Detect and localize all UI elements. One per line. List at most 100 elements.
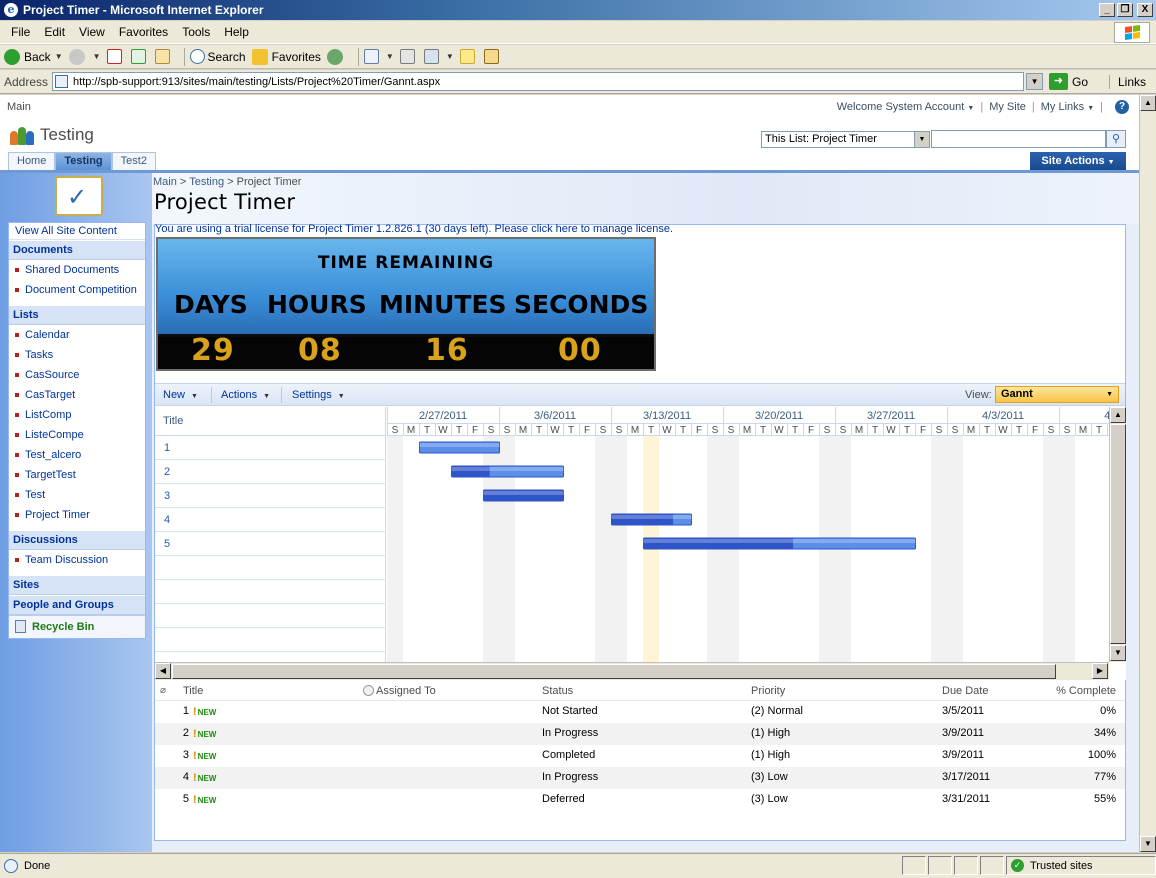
column-assigned-to[interactable]: Assigned To <box>376 685 436 697</box>
row-id[interactable]: 5 <box>169 793 189 805</box>
gantt-vertical-scrollbar[interactable]: ▲ ▼ <box>1109 407 1126 662</box>
ql-heading-lists[interactable]: Lists <box>9 305 145 325</box>
row-id[interactable]: 4 <box>169 771 189 783</box>
address-input[interactable]: http://spb-support:913/sites/main/testin… <box>52 72 1025 91</box>
gantt-row-title[interactable]: 1 <box>155 436 386 460</box>
gantt-horizontal-scrollbar[interactable]: ◀ ▶ <box>155 662 1109 680</box>
menu-favorites[interactable]: Favorites <box>112 25 175 39</box>
table-row[interactable]: 2 !NEW In Progress (1) High 3/9/2011 34% <box>155 723 1125 745</box>
scroll-up-icon[interactable]: ▲ <box>1110 407 1126 423</box>
search-go-button[interactable]: ⚲ <box>1106 130 1126 148</box>
refresh-button[interactable] <box>130 49 149 64</box>
site-title[interactable]: Testing <box>40 125 94 145</box>
scroll-down-icon[interactable]: ▼ <box>1140 836 1156 852</box>
search-scope-select[interactable]: This List: Project Timer ▼ <box>761 131 930 148</box>
stop-button[interactable] <box>106 49 125 64</box>
page-vertical-scrollbar[interactable]: ▲ ▼ <box>1139 95 1156 852</box>
ql-item-listecompe[interactable]: ListeCompe <box>9 425 145 445</box>
view-select[interactable]: Gannt ▼ <box>995 386 1119 403</box>
menu-help[interactable]: Help <box>217 25 256 39</box>
gantt-row-title[interactable]: 3 <box>155 484 386 508</box>
menu-view[interactable]: View <box>72 25 112 39</box>
menu-tools[interactable]: Tools <box>175 25 217 39</box>
scroll-up-icon[interactable]: ▲ <box>1140 95 1156 111</box>
row-id[interactable]: 1 <box>169 705 189 717</box>
scroll-down-icon[interactable]: ▼ <box>1110 645 1126 661</box>
table-row[interactable]: 5 !NEW Deferred (3) Low 3/31/2011 55% <box>155 789 1125 811</box>
search-button[interactable]: Search <box>189 49 246 64</box>
ql-item-listcomp[interactable]: ListComp <box>9 405 145 425</box>
edit-button[interactable]: ▼ <box>423 49 454 64</box>
address-dropdown[interactable]: ▼ <box>1026 73 1044 90</box>
scroll-left-icon[interactable]: ◀ <box>155 663 171 679</box>
column-title[interactable]: Title <box>183 685 203 697</box>
ql-item-calendar[interactable]: Calendar <box>9 325 145 345</box>
research-button[interactable] <box>483 49 502 64</box>
menu-edit[interactable]: Edit <box>37 25 72 39</box>
tab-home[interactable]: Home <box>8 152 56 170</box>
scroll-right-icon[interactable]: ▶ <box>1092 663 1108 679</box>
mail-button[interactable]: ▼ <box>363 49 394 64</box>
discuss-button[interactable] <box>459 49 478 64</box>
restore-button[interactable]: ❐ <box>1117 3 1133 17</box>
column-priority[interactable]: Priority <box>751 685 785 697</box>
my-links-menu[interactable]: My Links ▼ <box>1041 101 1094 113</box>
help-icon[interactable]: ? <box>1115 100 1129 114</box>
new-menu[interactable]: New ▼ <box>163 389 198 401</box>
scroll-thumb[interactable] <box>172 664 1056 679</box>
actions-menu[interactable]: Actions ▼ <box>221 389 270 401</box>
ql-item-castarget[interactable]: CasTarget <box>9 385 145 405</box>
my-site-link[interactable]: My Site <box>989 101 1026 113</box>
column-percent-complete[interactable]: % Complete <box>1056 685 1116 697</box>
ql-item-shared-documents[interactable]: Shared Documents <box>9 260 145 280</box>
settings-menu[interactable]: Settings ▼ <box>292 389 345 401</box>
print-button[interactable] <box>399 49 418 64</box>
ql-item-cassource[interactable]: CasSource <box>9 365 145 385</box>
ql-heading-discussions[interactable]: Discussions <box>9 530 145 550</box>
view-all-site-content-link[interactable]: View All Site Content <box>9 223 145 240</box>
menu-file[interactable]: File <box>4 25 37 39</box>
close-button[interactable]: X <box>1137 3 1153 17</box>
tab-test2[interactable]: Test2 <box>111 152 156 170</box>
table-row[interactable]: 1 !NEW Not Started (2) Normal 3/5/2011 0% <box>155 701 1125 723</box>
home-button[interactable] <box>154 49 173 64</box>
gantt-row-title[interactable]: 2 <box>155 460 386 484</box>
global-breadcrumb[interactable]: Main <box>7 101 31 113</box>
links-button[interactable]: Links <box>1108 75 1146 89</box>
minimize-button[interactable]: _ <box>1099 3 1115 17</box>
row-id[interactable]: 2 <box>169 727 189 739</box>
ql-heading-documents[interactable]: Documents <box>9 240 145 260</box>
ql-heading-people-and-groups[interactable]: People and Groups <box>9 595 145 615</box>
gantt-title-header[interactable]: Title <box>155 407 386 436</box>
breadcrumb-main[interactable]: Main <box>153 176 177 188</box>
welcome-menu[interactable]: Welcome System Account ▼ <box>837 101 975 113</box>
tab-testing[interactable]: Testing <box>55 152 112 170</box>
ql-item-test-alcero[interactable]: Test_alcero <box>9 445 145 465</box>
ql-item-tasks[interactable]: Tasks <box>9 345 145 365</box>
scroll-thumb[interactable] <box>1110 424 1126 644</box>
forward-button[interactable]: ▼ <box>68 48 101 65</box>
ql-heading-sites[interactable]: Sites <box>9 575 145 595</box>
ql-item-project-timer[interactable]: Project Timer <box>9 505 145 525</box>
gantt-row-title[interactable]: 4 <box>155 508 386 532</box>
security-zone[interactable]: ✓ Trusted sites <box>1006 856 1156 875</box>
trial-license-link[interactable]: You are using a trial license for Projec… <box>155 223 673 235</box>
ql-item-test[interactable]: Test <box>9 485 145 505</box>
go-button[interactable]: ➜ Go <box>1049 73 1088 90</box>
ql-item-document-competition[interactable]: Document Competition <box>9 280 145 300</box>
recycle-bin-link[interactable]: Recycle Bin <box>9 615 145 638</box>
column-due-date[interactable]: Due Date <box>942 685 988 697</box>
gantt-row-title[interactable]: 5 <box>155 532 386 556</box>
column-status[interactable]: Status <box>542 685 573 697</box>
table-row[interactable]: 4 !NEW In Progress (3) Low 3/17/2011 77% <box>155 767 1125 789</box>
favorites-button[interactable]: Favorites <box>251 48 321 65</box>
breadcrumb-testing[interactable]: Testing <box>189 176 224 188</box>
back-button[interactable]: Back ▼ <box>4 48 63 65</box>
history-button[interactable] <box>326 48 347 65</box>
row-id[interactable]: 3 <box>169 749 189 761</box>
ql-item-targettest[interactable]: TargetTest <box>9 465 145 485</box>
ql-item-team-discussion[interactable]: Team Discussion <box>9 550 145 570</box>
search-input[interactable] <box>931 130 1106 148</box>
site-actions-menu[interactable]: Site Actions ▼ <box>1030 152 1126 170</box>
attachment-icon[interactable]: ⌀ <box>160 685 166 696</box>
